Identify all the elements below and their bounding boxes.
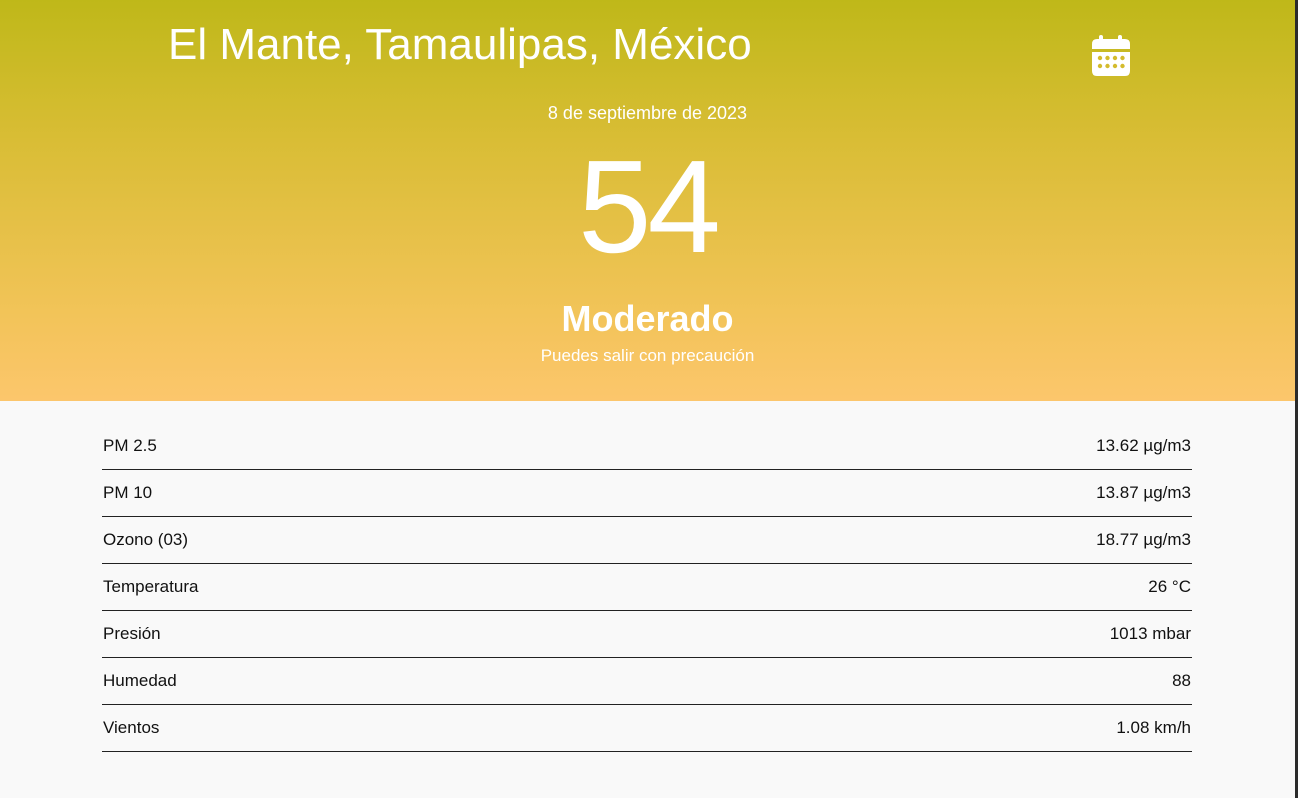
metric-value: 13.62 µg/m3 — [1096, 436, 1191, 455]
metric-value: 13.87 µg/m3 — [1096, 483, 1191, 502]
metric-row-pm10: PM 10 13.87 µg/m3 — [102, 470, 1192, 517]
metric-value: 88 — [1172, 671, 1191, 690]
metric-label: Ozono (03) — [103, 530, 189, 549]
metric-value: 26 °C — [1148, 577, 1191, 596]
aqi-advice: Puedes salir con precaución — [540, 346, 755, 365]
metric-label: PM 2.5 — [103, 436, 157, 455]
metric-label: PM 10 — [103, 483, 153, 502]
aqi-value: 54 — [578, 133, 721, 280]
metric-row-wind: Vientos 1.08 km/h — [102, 705, 1192, 752]
metric-label: Vientos — [103, 718, 160, 737]
metric-value: 1.08 km/h — [1116, 718, 1191, 737]
metric-label: Presión — [103, 624, 161, 643]
air-quality-header: El Mante, Tamaulipas, México 8 de septie… — [0, 0, 1295, 401]
metric-row-humidity: Humedad 88 — [102, 658, 1192, 705]
location-title: El Mante, Tamaulipas, México — [168, 20, 752, 69]
metric-value: 18.77 µg/m3 — [1096, 530, 1191, 549]
metric-row-ozone: Ozono (03) 18.77 µg/m3 — [102, 517, 1192, 564]
metric-row-pm25: PM 2.5 13.62 µg/m3 — [102, 423, 1192, 470]
calendar-button[interactable] — [1090, 33, 1132, 79]
metric-row-pressure: Presión 1013 mbar — [102, 611, 1192, 658]
metric-value: 1013 mbar — [1109, 624, 1191, 643]
aqi-level: Moderado — [561, 298, 734, 339]
metric-label: Humedad — [103, 671, 177, 690]
air-quality-page: El Mante, Tamaulipas, México 8 de septie… — [0, 0, 1298, 798]
metrics-list: PM 2.5 13.62 µg/m3 PM 10 13.87 µg/m3 Ozo… — [102, 423, 1192, 752]
metric-row-temperature: Temperatura 26 °C — [102, 564, 1192, 611]
metric-label: Temperatura — [103, 577, 199, 596]
calendar-icon — [1092, 35, 1130, 76]
measurement-date: 8 de septiembre de 2023 — [547, 103, 748, 123]
